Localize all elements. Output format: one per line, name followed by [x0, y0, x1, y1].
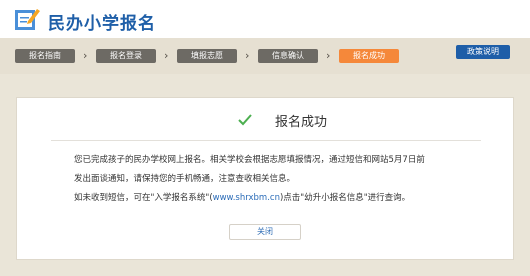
success-header: 报名成功	[17, 109, 513, 131]
check-icon	[238, 114, 252, 126]
step-fill-preferences[interactable]: 填报志愿	[177, 49, 237, 63]
policy-button[interactable]: 政策说明	[456, 45, 510, 59]
success-title: 报名成功	[275, 115, 328, 130]
message-line-3-suffix: )点击"幼升小报名信息"进行查询。	[279, 193, 411, 203]
chevron-right-icon: ›	[326, 49, 331, 62]
message-line-1: 您已完成孩子的民办学校网上报名。相关学校会根据志愿填报情况，通过短信和网站5月7…	[74, 155, 425, 165]
chevron-right-icon: ›	[245, 49, 250, 62]
message-line-2: 发出面谈通知，请保持您的手机畅通，注意查收相关信息。	[74, 174, 296, 184]
result-card: 报名成功 您已完成孩子的民办学校网上报名。相关学校会根据志愿填报情况，通过短信和…	[16, 97, 514, 260]
step-confirm-info[interactable]: 信息确认	[258, 49, 318, 63]
pencil-document-logo-icon	[15, 9, 40, 30]
step-success[interactable]: 报名成功	[339, 49, 399, 63]
step-login[interactable]: 报名登录	[96, 49, 156, 63]
close-button[interactable]: 关闭	[229, 224, 301, 240]
system-link[interactable]: www.shrxbm.cn	[213, 193, 280, 203]
message-line-3: 如未收到短信，可在"入学报名系统"(www.shrxbm.cn)点击"幼升小报名…	[74, 192, 474, 204]
steps-bar: 报名指南 › 报名登录 › 填报志愿 › 信息确认 › 报名成功	[0, 38, 530, 74]
header: 民办小学报名	[0, 0, 530, 38]
chevron-right-icon: ›	[164, 49, 169, 62]
page: 民办小学报名 报名指南 › 报名登录 › 填报志愿 › 信息确认 › 报名成功 …	[0, 0, 530, 276]
step-guide[interactable]: 报名指南	[15, 49, 75, 63]
divider	[51, 140, 481, 141]
site-title: 民办小学报名	[48, 14, 156, 34]
message-line-3-prefix: 如未收到短信，可在"入学报名系统"(	[74, 193, 213, 203]
chevron-right-icon: ›	[83, 49, 88, 62]
